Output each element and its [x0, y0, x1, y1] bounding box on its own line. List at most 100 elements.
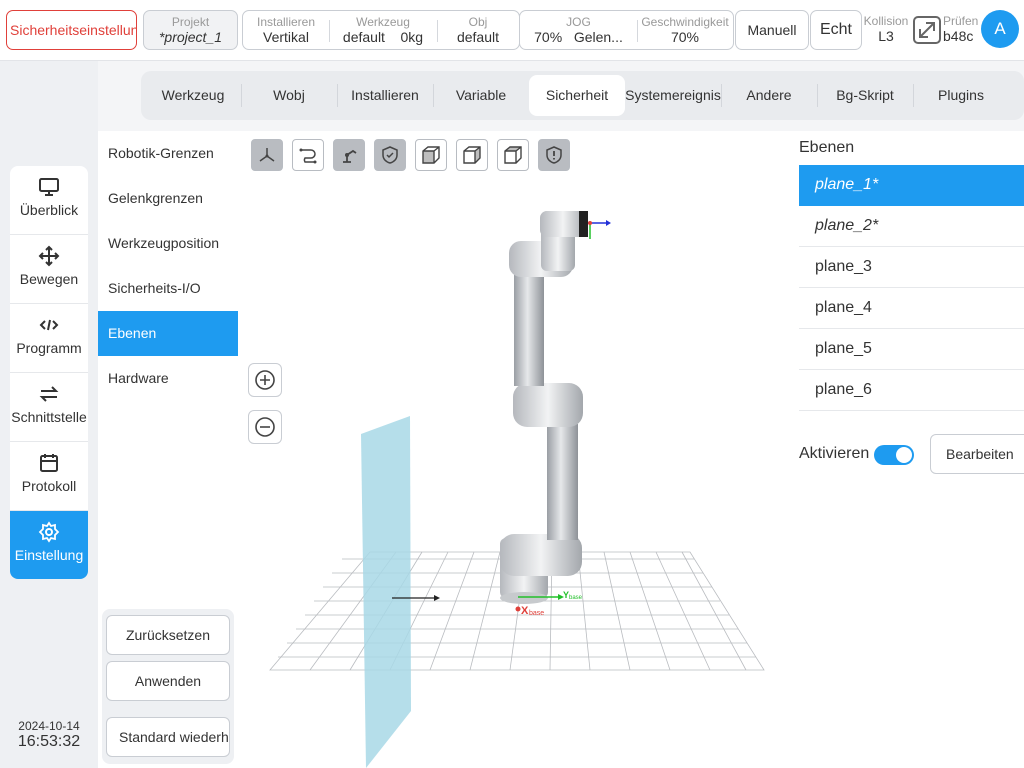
robot-scene: X base Y base: [269, 211, 765, 768]
tab-safety[interactable]: Sicherheit: [529, 75, 625, 116]
plane-item-4[interactable]: plane_4: [799, 288, 1024, 329]
tab-install[interactable]: Installieren: [337, 75, 433, 116]
nav-item-settings[interactable]: Einstellung: [10, 511, 88, 579]
cube-iso-icon[interactable]: [497, 139, 529, 171]
activate-label: Aktivieren: [799, 445, 870, 462]
nav-item-overview[interactable]: Überblick: [10, 166, 88, 235]
safety-plane: [361, 416, 411, 768]
submenu-safety-io[interactable]: Sicherheits-I/O: [98, 266, 238, 311]
jog-label: JOG: [566, 15, 591, 29]
path-view-icon[interactable]: [292, 139, 324, 171]
main-nav: Überblick Bewegen Programm Schnittstelle…: [10, 166, 88, 579]
plane-item-2[interactable]: plane_2*: [799, 206, 1024, 247]
submenu-hardware[interactable]: Hardware: [98, 356, 238, 401]
calendar-icon: [40, 454, 58, 472]
nav-item-log[interactable]: Protokoll: [10, 442, 88, 511]
project-value: *project_1: [158, 29, 223, 45]
tab-system-events[interactable]: Systemereignis: [625, 75, 721, 116]
project-label: Projekt: [171, 15, 210, 29]
axes-view-icon[interactable]: [251, 139, 283, 171]
install-tool-obj-group[interactable]: Installieren Vertikal Werkzeug default 0…: [242, 10, 520, 50]
submenu-actions: Zurücksetzen Anwenden Standard wiederher…: [102, 609, 234, 764]
code-icon: [39, 319, 59, 331]
collision-label: Kollision: [863, 14, 909, 28]
viewport-toolbar: [251, 139, 570, 171]
settings-tabs: Werkzeug Wobj Installieren Variable Sich…: [141, 71, 1024, 120]
check-value: b48c: [943, 28, 974, 44]
reset-button[interactable]: Zurücksetzen: [106, 615, 230, 655]
jog-cell[interactable]: JOG 70% Gelen...: [520, 11, 637, 49]
shield-check-icon[interactable]: [374, 139, 406, 171]
submenu-robot-limits[interactable]: Robotik-Grenzen: [98, 131, 238, 176]
base-x-sub: base: [529, 610, 544, 617]
robot-view-icon[interactable]: [333, 139, 365, 171]
jog-percent: 70%: [534, 29, 563, 45]
zoom-in-icon[interactable]: [248, 363, 282, 397]
install-cell[interactable]: Installieren Vertikal: [243, 11, 329, 49]
tool-label: Werkzeug: [356, 15, 410, 29]
tool-cell[interactable]: Werkzeug default 0kg: [329, 11, 437, 49]
planes-panel: Ebenen plane_1* plane_2* plane_3 plane_4…: [795, 131, 1024, 768]
install-value: Vertikal: [263, 29, 309, 45]
safety-submenu: Robotik-Grenzen Gelenkgrenzen Werkzeugpo…: [98, 131, 238, 768]
user-avatar[interactable]: A: [981, 10, 1019, 48]
nav-item-label: Bewegen: [19, 271, 79, 287]
check-indicator[interactable]: Prüfen b48c: [943, 14, 981, 45]
tab-tool[interactable]: Werkzeug: [145, 75, 241, 116]
zoom-out-icon[interactable]: [248, 410, 282, 444]
install-label: Installieren: [256, 15, 316, 29]
settings-tabs-bar: Werkzeug Wobj Installieren Variable Sich…: [98, 61, 1024, 131]
shield-alert-icon[interactable]: [538, 139, 570, 171]
plane-item-5[interactable]: plane_5: [799, 329, 1024, 370]
nav-item-label: Schnittstelle: [11, 409, 87, 425]
nav-item-program[interactable]: Programm: [10, 304, 88, 373]
edit-button[interactable]: Bearbeiten: [930, 434, 1024, 474]
obj-label: Obj: [468, 15, 488, 29]
speed-cell[interactable]: Geschwindigkeit 70%: [637, 11, 733, 49]
check-label: Prüfen: [943, 14, 979, 28]
cube-front-icon[interactable]: [415, 139, 447, 171]
tab-other[interactable]: Andere: [721, 75, 817, 116]
3d-viewport[interactable]: X base Y base: [238, 131, 795, 768]
top-bar: Sicherheitseinstellung Projekt *project_…: [0, 0, 1024, 61]
tab-variable[interactable]: Variable: [433, 75, 529, 116]
jog-speed-group[interactable]: JOG 70% Gelen... Geschwindigkeit 70%: [519, 10, 734, 50]
clock-time: 16:53:32: [17, 733, 81, 750]
nav-item-interface[interactable]: Schnittstelle: [10, 373, 88, 442]
restore-defaults-button[interactable]: Standard wiederherstellen: [106, 717, 230, 757]
cube-side-icon[interactable]: [456, 139, 488, 171]
safety-settings-button[interactable]: Sicherheitseinstellung: [6, 10, 137, 50]
nav-item-label: Protokoll: [21, 478, 77, 494]
apply-button[interactable]: Anwenden: [106, 661, 230, 701]
plane-item-3[interactable]: plane_3: [799, 247, 1024, 288]
speed-label: Geschwindigkeit: [641, 15, 729, 29]
plane-item-1[interactable]: plane_1*: [799, 165, 1024, 206]
obj-value: default: [456, 29, 500, 45]
project-selector[interactable]: Projekt *project_1: [143, 10, 238, 50]
submenu-joint-limits[interactable]: Gelenkgrenzen: [98, 176, 238, 221]
manual-mode-button[interactable]: Manuell: [735, 10, 809, 50]
plane-list: plane_1* plane_2* plane_3 plane_4 plane_…: [799, 165, 1024, 411]
nav-item-label: Einstellung: [14, 547, 84, 563]
real-mode-button[interactable]: Echt: [810, 10, 862, 50]
planes-title: Ebenen: [799, 139, 855, 156]
activate-toggle[interactable]: [874, 445, 914, 465]
jog-value: 70% Gelen...: [520, 29, 637, 46]
submenu-tool-position[interactable]: Werkzeugposition: [98, 221, 238, 266]
obj-cell[interactable]: Obj default: [437, 11, 519, 49]
expand-icon[interactable]: [912, 15, 942, 45]
tab-bg-script[interactable]: Bg-Skript: [817, 75, 913, 116]
collision-indicator[interactable]: Kollision L3: [863, 14, 909, 45]
nav-item-move[interactable]: Bewegen: [10, 235, 88, 304]
swap-arrows-icon: [39, 386, 59, 402]
gear-icon: [38, 521, 60, 543]
tab-wobj[interactable]: Wobj: [241, 75, 337, 116]
base-y-sub: base: [569, 595, 583, 601]
plane-item-6[interactable]: plane_6: [799, 370, 1024, 411]
submenu-planes[interactable]: Ebenen: [98, 311, 238, 356]
monitor-icon: [39, 178, 59, 196]
clock-date: 2024-10-14: [18, 719, 80, 733]
nav-item-label: Überblick: [19, 202, 79, 218]
move-arrows-icon: [38, 245, 60, 267]
tab-plugins[interactable]: Plugins: [913, 75, 1009, 116]
